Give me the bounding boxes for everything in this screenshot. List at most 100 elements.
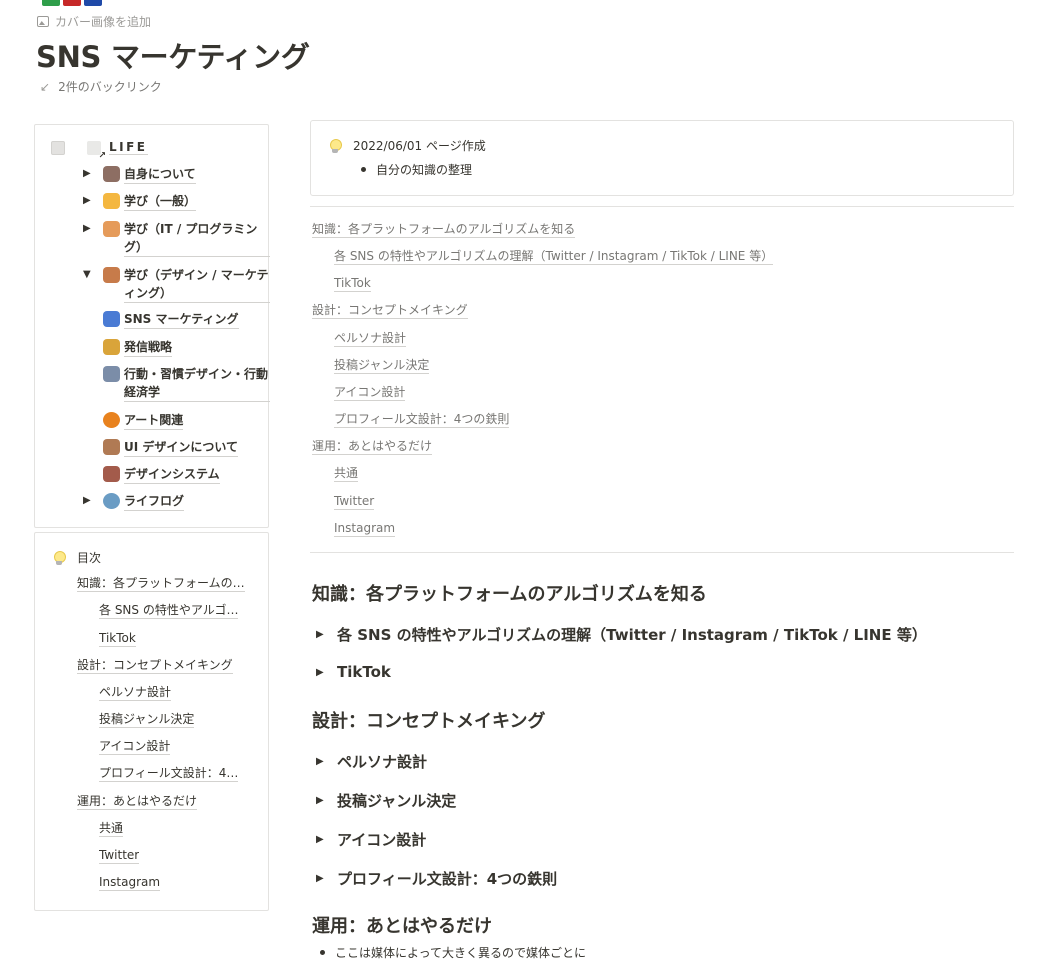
lightbulb-icon xyxy=(53,551,66,567)
main-toc-item[interactable]: ペルソナ設計 xyxy=(334,330,407,347)
page-created-callout: 2022/06/01 ページ作成 自分の知識の整理 xyxy=(310,120,1014,196)
toggle-label: 各 SNS の特性やアルゴリズムの理解（Twitter / Instagram … xyxy=(337,626,927,644)
toc-item[interactable]: 設計：コンセプトメイキング xyxy=(77,657,233,674)
toggle-arrow-icon[interactable]: ▶ xyxy=(316,795,337,806)
page-icon-segment xyxy=(84,0,102,6)
toc-item[interactable]: 各 SNS の特性やアルゴ… xyxy=(99,602,239,619)
nav-item-learning-design[interactable]: ▼ 学び（デザイン / マーケティング） xyxy=(83,266,270,303)
toggle-profile[interactable]: ▶ プロフィール文設計：4つの鉄則 xyxy=(316,868,557,889)
nav-item-label: 自身について xyxy=(124,165,196,184)
toc-item[interactable]: Twitter xyxy=(99,847,140,864)
nav-item-label: アート関連 xyxy=(124,411,184,430)
nav-item-learning-general[interactable]: ▶ 学び（一般） xyxy=(83,192,197,211)
backlinks-label: 2件のバックリンク xyxy=(58,80,162,94)
page-navigation-block: LIFE ▶ 自身について ▶ 学び（一般） ▶ 学び（IT / プログラミング… xyxy=(34,124,270,528)
main-toc-item[interactable]: 投稿ジャンル決定 xyxy=(334,357,430,374)
nav-root-label: LIFE xyxy=(109,140,148,155)
image-icon xyxy=(37,16,49,27)
page-icon-segment xyxy=(63,0,81,6)
toggle-arrow-icon[interactable]: ▶ xyxy=(83,192,97,210)
heading-design: 設計：コンセプトメイキング xyxy=(312,711,546,732)
main-toc-item[interactable]: 運用：あとはやるだけ xyxy=(312,438,433,455)
bullet-item: ここは媒体によって大きく異るので媒体ごとに xyxy=(320,944,586,961)
toc-item[interactable]: 投稿ジャンル決定 xyxy=(99,711,195,728)
divider xyxy=(310,552,1014,553)
main-toc-item[interactable]: 設計：コンセプトメイキング xyxy=(312,302,468,319)
toggle-arrow-icon[interactable]: ▶ xyxy=(316,629,337,640)
main-toc-item[interactable]: Twitter xyxy=(334,493,375,510)
heading-knowledge: 知識：各プラットフォームのアルゴリズムを知る xyxy=(312,584,707,605)
main-toc-item[interactable]: 各 SNS の特性やアルゴリズムの理解（Twitter / Instagram … xyxy=(334,248,774,265)
nav-root-link[interactable]: LIFE xyxy=(51,140,148,161)
toc-title: 目次 xyxy=(77,551,102,565)
nav-item-art[interactable]: アート関連 xyxy=(103,411,184,430)
toc-item[interactable]: アイコン設計 xyxy=(99,738,171,755)
nav-item-label: 学び（デザイン / マーケティング） xyxy=(124,266,270,303)
nav-item-lifelog[interactable]: ▶ ライフログ xyxy=(83,492,185,511)
toc-item[interactable]: 運用：あとはやるだけ xyxy=(77,793,198,810)
toc-item[interactable]: プロフィール文設計：4… xyxy=(99,765,239,782)
nav-item-label: 学び（一般） xyxy=(124,192,197,211)
toggle-arrow-icon[interactable]: ▶ xyxy=(316,667,337,678)
add-cover-label: カバー画像を追加 xyxy=(55,15,152,29)
toggle-label: アイコン設計 xyxy=(337,831,427,849)
toggle-label: ペルソナ設計 xyxy=(337,753,428,771)
toggle-arrow-icon[interactable]: ▼ xyxy=(83,266,97,284)
nav-item-label: UI デザインについて xyxy=(124,438,239,457)
toggle-arrow-icon[interactable]: ▶ xyxy=(83,492,97,510)
toggle-tiktok[interactable]: ▶ TikTok xyxy=(316,663,391,681)
main-toc-item[interactable]: TikTok xyxy=(334,275,371,292)
backlinks-button[interactable]: ↙ 2件のバックリンク xyxy=(40,78,162,95)
toggle-arrow-icon[interactable]: ▶ xyxy=(83,220,97,238)
nav-item-label: 学び（IT / プログラミング） xyxy=(124,220,270,257)
toggle-arrow-icon[interactable]: ▶ xyxy=(83,165,97,183)
callout-bullet-text: 自分の知識の整理 xyxy=(376,163,473,177)
nav-item-ui-design[interactable]: UI デザインについて xyxy=(103,438,239,457)
toggle-genre[interactable]: ▶ 投稿ジャンル決定 xyxy=(316,790,456,811)
page-title[interactable]: SNS マーケティング xyxy=(36,34,310,76)
student-icon xyxy=(103,193,120,209)
main-toc-item[interactable]: Instagram xyxy=(334,520,396,537)
palette-icon xyxy=(103,439,120,455)
nav-item-learning-it[interactable]: ▶ 学び（IT / プログラミング） xyxy=(83,220,270,257)
main-toc-item[interactable]: 知識：各プラットフォームのアルゴリズムを知る xyxy=(312,221,576,238)
technologist-icon xyxy=(103,221,120,237)
callout-title: 2022/06/01 ページ作成 xyxy=(353,139,486,153)
megaphone-icon xyxy=(103,339,120,355)
add-cover-button[interactable]: カバー画像を追加 xyxy=(37,13,151,30)
toc-item[interactable]: Instagram xyxy=(99,874,161,891)
main-toc-item[interactable]: 共通 xyxy=(334,465,359,482)
bullet-dot-icon xyxy=(361,167,366,172)
callout-bullet: 自分の知識の整理 xyxy=(361,161,472,178)
toc-item[interactable]: 共通 xyxy=(99,820,124,837)
toggle-arrow-icon[interactable]: ▶ xyxy=(316,756,337,767)
toggle-arrow-icon[interactable]: ▶ xyxy=(316,834,337,845)
divider xyxy=(310,206,1014,207)
bullet-dot-icon xyxy=(320,950,325,955)
toc-item[interactable]: 知識：各プラットフォームの… xyxy=(77,575,245,592)
nav-item-design-system[interactable]: デザインシステム xyxy=(103,465,220,484)
nav-item-about-me[interactable]: ▶ 自身について xyxy=(83,165,196,184)
toggle-persona[interactable]: ▶ ペルソナ設計 xyxy=(316,751,427,772)
nav-item-label: デザインシステム xyxy=(124,465,220,484)
page-icon[interactable] xyxy=(42,0,104,6)
nav-item-label: 発信戦略 xyxy=(124,338,173,357)
bullet-text: ここは媒体によって大きく異るので媒体ごとに xyxy=(335,946,587,960)
toc-item[interactable]: ペルソナ設計 xyxy=(99,684,172,701)
toggle-sns-characteristics[interactable]: ▶ 各 SNS の特性やアルゴリズムの理解（Twitter / Instagra… xyxy=(316,624,927,645)
toggle-arrow-icon[interactable]: ▶ xyxy=(316,873,337,884)
nav-item-label: 行動・習慣デザイン・行動経済学 xyxy=(124,365,270,402)
toggle-icon-design[interactable]: ▶ アイコン設計 xyxy=(316,829,426,850)
toc-item[interactable]: TikTok xyxy=(99,630,136,647)
train-icon xyxy=(103,366,120,382)
main-toc-item[interactable]: アイコン設計 xyxy=(334,384,406,401)
main-toc-item[interactable]: プロフィール文設計：4つの鉄則 xyxy=(334,411,510,428)
arrow-down-left-icon: ↙ xyxy=(40,79,51,94)
nav-item-strategy[interactable]: 発信戦略 xyxy=(103,338,173,357)
toggle-label: 投稿ジャンル決定 xyxy=(337,792,457,810)
checkbox-icon[interactable] xyxy=(51,140,65,155)
nav-item-behavior-design[interactable]: 行動・習慣デザイン・行動経済学 xyxy=(103,365,270,402)
palette-icon xyxy=(103,267,120,283)
toggle-label: プロフィール文設計：4つの鉄則 xyxy=(337,870,558,888)
nav-item-sns-marketing[interactable]: SNS マーケティング xyxy=(103,310,239,329)
